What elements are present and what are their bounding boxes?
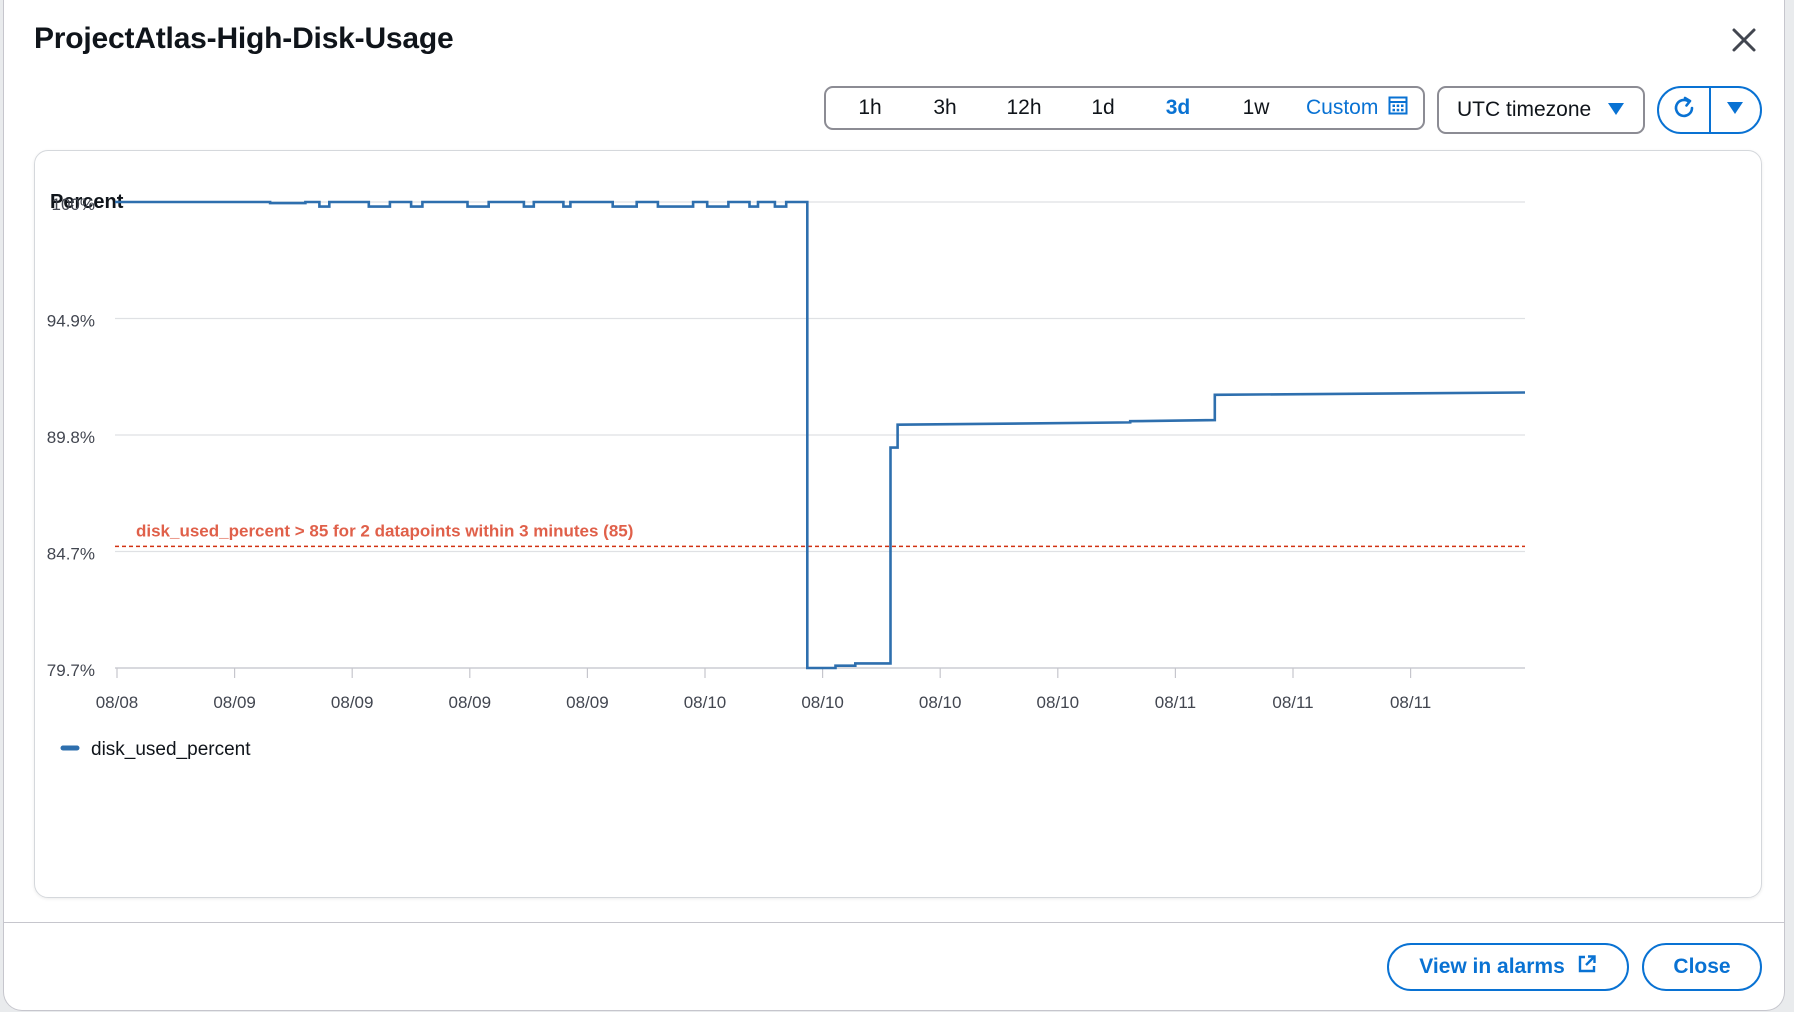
range-option-1h[interactable]: 1h [842,96,898,120]
x-tick-label: 08/11 [1272,693,1313,712]
caret-down-icon [1607,98,1625,122]
x-tick-label: 08/08 [96,693,139,712]
threshold-label: disk_used_percent > 85 for 2 datapoints … [136,521,633,540]
x-tick-label: 08/10 [684,693,727,712]
y-tick-label: 100% [52,195,95,214]
alarm-detail-modal: ProjectAtlas-High-Disk-Usage 1h 3h 12h 1… [4,0,1784,1010]
custom-label: Custom [1306,96,1379,119]
range-option-1w[interactable]: 1w [1206,96,1306,120]
time-range-selector: 1h 3h 12h 1d 3d 1w Custom [824,86,1425,130]
modal-title: ProjectAtlas-High-Disk-Usage [34,22,454,55]
refresh-options-button[interactable] [1711,88,1761,132]
x-tick-label: 08/10 [1037,693,1080,712]
x-tick-label: 08/11 [1390,693,1431,712]
x-tick-label: 08/10 [919,693,962,712]
legend-label: disk_used_percent [91,739,251,760]
caret-down-icon [1726,101,1744,120]
x-tick-label: 08/11 [1155,693,1196,712]
range-option-12h[interactable]: 12h [992,96,1056,120]
x-tick-label: 08/09 [331,693,374,712]
x-tick-label: 08/09 [566,693,609,712]
y-tick-label: 84.7% [47,545,95,564]
range-option-1d[interactable]: 1d [1056,96,1150,120]
range-option-3h[interactable]: 3h [898,96,992,120]
view-in-alarms-label: View in alarms [1419,955,1565,978]
x-tick-label: 08/09 [449,693,492,712]
view-in-alarms-button[interactable]: View in alarms [1387,943,1629,991]
y-tick-label: 79.7% [47,661,95,680]
close-button[interactable]: Close [1642,943,1762,991]
refresh-button[interactable] [1659,88,1709,132]
refresh-icon [1671,95,1697,126]
calendar-icon [1388,95,1408,121]
close-label: Close [1673,955,1731,978]
chart-container: Percent 100% 94.9% 89.8% 84.7% 79.7% 08/08 08… [34,150,1762,898]
timezone-label: UTC timezone [1457,98,1592,121]
x-tick-label: 08/09 [213,693,256,712]
y-tick-label: 89.8% [47,428,95,447]
range-option-3d[interactable]: 3d [1150,96,1206,120]
close-icon[interactable] [1724,22,1764,62]
metric-chart: Percent 100%94.9%89.8%84.7%79.7% 08/08 08… [47,191,1526,760]
timezone-select[interactable]: UTC timezone [1437,86,1645,134]
y-tick-label: 94.9% [47,312,95,331]
x-tick-label: 08/10 [801,693,844,712]
footer-divider [4,922,1784,923]
range-option-custom[interactable]: Custom [1306,95,1408,121]
external-link-icon [1577,954,1597,980]
refresh-button-group [1657,86,1762,134]
